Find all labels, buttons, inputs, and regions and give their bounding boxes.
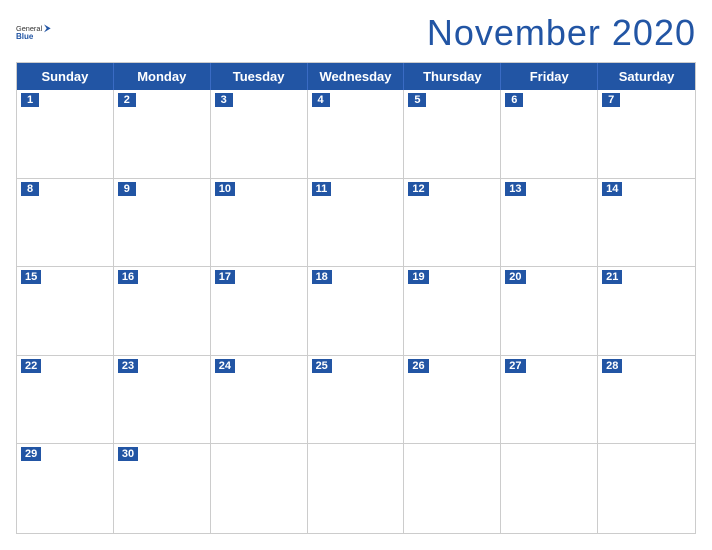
day-headers-row: SundayMondayTuesdayWednesdayThursdayFrid… <box>17 63 695 90</box>
day-cell <box>501 444 598 533</box>
day-header-thursday: Thursday <box>404 63 501 90</box>
day-cell: 24 <box>211 356 308 445</box>
day-header-monday: Monday <box>114 63 211 90</box>
day-number: 14 <box>602 182 622 196</box>
day-number: 1 <box>21 93 39 107</box>
logo: General Blue <box>16 23 56 43</box>
day-cell: 15 <box>17 267 114 356</box>
week-row-4: 22 23 24 25 26 27 28 <box>17 356 695 445</box>
day-cell: 28 <box>598 356 695 445</box>
weeks-container: 1234567891011121314151617181920212223242… <box>17 90 695 533</box>
week-row-5: 29 30 <box>17 444 695 533</box>
day-cell: 20 <box>501 267 598 356</box>
month-title: November 2020 <box>427 12 696 54</box>
day-number: 8 <box>21 182 39 196</box>
day-cell: 30 <box>114 444 211 533</box>
calendar-page: General Blue November 2020 SundayMondayT… <box>0 0 712 550</box>
day-cell: 12 <box>404 179 501 268</box>
day-cell: 4 <box>308 90 405 179</box>
day-number: 23 <box>118 359 138 373</box>
day-header-sunday: Sunday <box>17 63 114 90</box>
day-cell: 13 <box>501 179 598 268</box>
day-number: 9 <box>118 182 136 196</box>
day-number: 4 <box>312 93 330 107</box>
week-row-3: 15 16 17 18 19 20 21 <box>17 267 695 356</box>
day-number: 15 <box>21 270 41 284</box>
day-number: 2 <box>118 93 136 107</box>
calendar-grid: SundayMondayTuesdayWednesdayThursdayFrid… <box>16 62 696 534</box>
day-cell: 5 <box>404 90 501 179</box>
day-number: 27 <box>505 359 525 373</box>
day-number: 30 <box>118 447 138 461</box>
day-number: 25 <box>312 359 332 373</box>
day-number: 28 <box>602 359 622 373</box>
day-number: 22 <box>21 359 41 373</box>
day-number: 24 <box>215 359 235 373</box>
week-row-2: 8 9 10 11 12 13 14 <box>17 179 695 268</box>
day-header-tuesday: Tuesday <box>211 63 308 90</box>
day-number: 16 <box>118 270 138 284</box>
day-number: 11 <box>312 182 332 196</box>
day-cell <box>308 444 405 533</box>
day-number: 3 <box>215 93 233 107</box>
day-cell: 11 <box>308 179 405 268</box>
week-row-1: 1 2 3 4 5 6 7 <box>17 90 695 179</box>
day-number: 19 <box>408 270 428 284</box>
day-number: 12 <box>408 182 428 196</box>
day-header-wednesday: Wednesday <box>308 63 405 90</box>
day-cell: 25 <box>308 356 405 445</box>
day-cell: 26 <box>404 356 501 445</box>
day-number: 21 <box>602 270 622 284</box>
day-cell: 10 <box>211 179 308 268</box>
day-cell: 2 <box>114 90 211 179</box>
day-cell <box>211 444 308 533</box>
day-cell: 23 <box>114 356 211 445</box>
day-number: 7 <box>602 93 620 107</box>
day-cell: 27 <box>501 356 598 445</box>
day-cell: 8 <box>17 179 114 268</box>
day-number: 20 <box>505 270 525 284</box>
day-cell: 22 <box>17 356 114 445</box>
day-cell: 1 <box>17 90 114 179</box>
day-cell <box>404 444 501 533</box>
day-header-friday: Friday <box>501 63 598 90</box>
logo-icon: General Blue <box>16 23 56 43</box>
svg-text:Blue: Blue <box>16 32 34 41</box>
day-cell: 21 <box>598 267 695 356</box>
day-cell: 17 <box>211 267 308 356</box>
day-cell: 14 <box>598 179 695 268</box>
day-number: 5 <box>408 93 426 107</box>
day-number: 29 <box>21 447 41 461</box>
day-header-saturday: Saturday <box>598 63 695 90</box>
day-cell: 16 <box>114 267 211 356</box>
day-cell: 6 <box>501 90 598 179</box>
day-number: 17 <box>215 270 235 284</box>
day-number: 6 <box>505 93 523 107</box>
day-cell: 9 <box>114 179 211 268</box>
page-header: General Blue November 2020 <box>16 12 696 54</box>
day-number: 18 <box>312 270 332 284</box>
day-cell: 19 <box>404 267 501 356</box>
day-cell <box>598 444 695 533</box>
day-cell: 3 <box>211 90 308 179</box>
day-cell: 7 <box>598 90 695 179</box>
day-number: 10 <box>215 182 235 196</box>
day-number: 26 <box>408 359 428 373</box>
day-cell: 18 <box>308 267 405 356</box>
day-number: 13 <box>505 182 525 196</box>
day-cell: 29 <box>17 444 114 533</box>
